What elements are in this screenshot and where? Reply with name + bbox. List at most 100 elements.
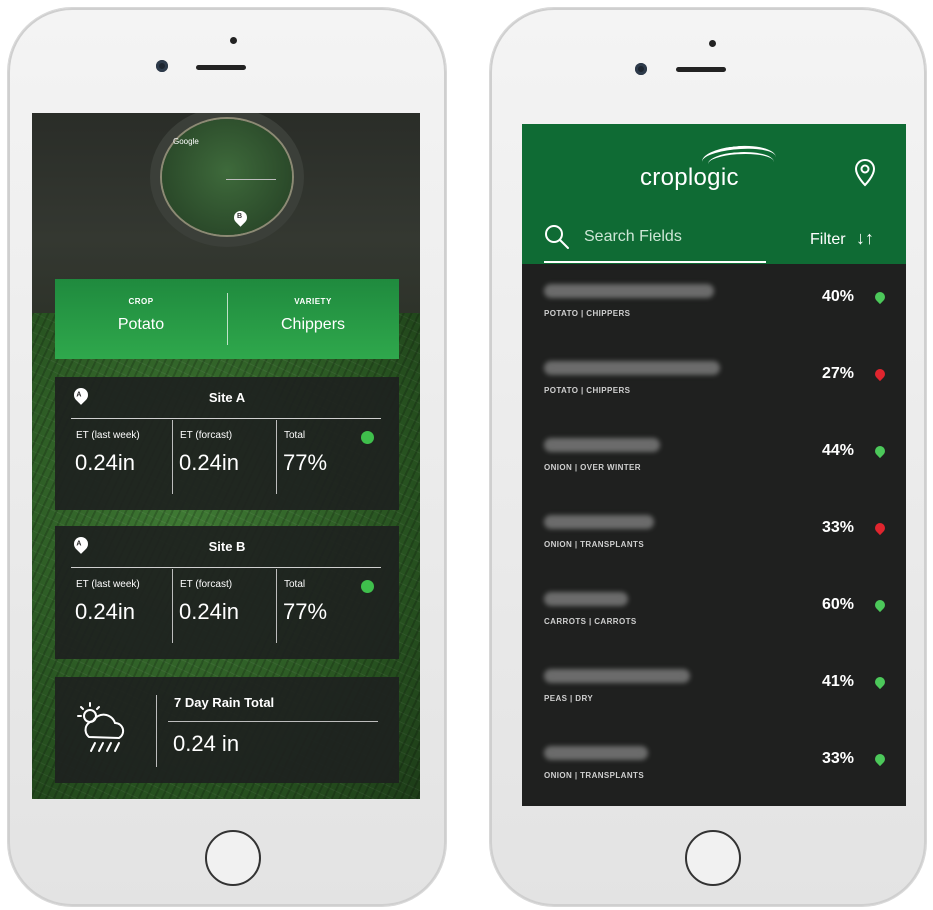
earpiece-speaker — [196, 65, 246, 70]
status-pin-icon — [872, 289, 888, 305]
map-pin-label: B — [237, 213, 243, 220]
earpiece-speaker — [676, 67, 726, 72]
status-pin-icon — [872, 366, 888, 382]
variety-value: Chippers — [280, 316, 346, 333]
field-percent: 27% — [822, 365, 855, 382]
metric-label: Total — [284, 430, 306, 441]
crop-summary-bar: CROP Potato VARIETY Chippers — [55, 279, 399, 359]
metric-label: ET (forcast) — [180, 430, 233, 441]
map-attribution: Google — [173, 137, 199, 146]
site-header: A Site B — [55, 526, 399, 566]
field-row[interactable]: ONION | TRANSPLANTS 33% — [522, 726, 906, 803]
status-indicator — [361, 580, 374, 593]
et-forecast-metric: ET (forcast) 0.24in — [175, 569, 275, 643]
metric-label: ET (forcast) — [180, 579, 233, 590]
rain-total-card: 7 Day Rain Total 0.24 in — [55, 677, 399, 783]
field-crop-variety: CARROTS | CARROTS — [544, 617, 637, 626]
divider — [156, 695, 157, 767]
cloud-rain-sun-icon — [77, 702, 125, 752]
field-row[interactable]: ONION | TRANSPLANTS 33% — [522, 495, 906, 573]
field-crop-variety: ONION | TRANSPLANTS — [544, 771, 645, 780]
metric-value: 77% — [283, 450, 328, 475]
metric-value: 0.24in — [179, 599, 239, 624]
front-sensor — [709, 40, 716, 47]
field-percent: 40% — [822, 288, 855, 305]
front-sensor — [230, 37, 237, 44]
field-satellite-image: Google B — [162, 119, 292, 235]
et-forecast-metric: ET (forcast) 0.24in — [175, 420, 275, 494]
site-name: Site A — [208, 390, 246, 405]
metric-value: 0.24in — [75, 450, 135, 475]
home-button[interactable] — [685, 830, 741, 886]
field-percent: 60% — [822, 596, 855, 613]
fields-list-screen: croplogic Search Fields Filter ↓↑ POTATO… — [522, 124, 906, 806]
site-a-card[interactable]: A Site A ET (last week) 0.24in ET (forca… — [55, 377, 399, 510]
crop-value: Potato — [117, 316, 165, 333]
field-detail-screen: Google B CROP Potato VARIETY Chippers A … — [32, 113, 420, 799]
field-name-redacted — [544, 746, 648, 760]
status-pin-icon — [872, 443, 888, 459]
field-name-redacted — [544, 592, 628, 606]
field-name-redacted — [544, 284, 714, 298]
status-pin-icon — [872, 520, 888, 536]
metric-label: ET (last week) — [76, 579, 140, 590]
field-map[interactable]: Google B — [150, 113, 304, 247]
field-percent: 41% — [822, 673, 855, 690]
croplogic-logo: croplogic — [640, 164, 739, 191]
field-row[interactable]: PEAS | DRY 41% — [522, 649, 906, 727]
crop-header: CROP — [128, 297, 154, 306]
field-percent: 33% — [822, 519, 855, 536]
site-name: Site B — [208, 539, 246, 554]
metric-value: 77% — [283, 599, 328, 624]
metric-label: Total — [284, 579, 306, 590]
app-header: croplogic Search Fields Filter ↓↑ — [522, 124, 906, 264]
field-crop-variety: POTATO | CHIPPERS — [544, 309, 631, 318]
site-b-card[interactable]: A Site B ET (last week) 0.24in ET (forca… — [55, 526, 399, 659]
field-percent: 44% — [822, 442, 855, 459]
crop-column: CROP Potato — [55, 279, 227, 359]
divider — [276, 420, 277, 494]
field-crop-variety: POTATO | CHIPPERS — [544, 386, 631, 395]
sort-arrows-icon: ↓↑ — [856, 228, 875, 248]
site-header: A Site A — [55, 377, 399, 417]
rain-value: 0.24 in — [173, 731, 240, 756]
rain-title: 7 Day Rain Total — [174, 695, 275, 710]
status-pin-icon — [872, 751, 888, 767]
divider — [71, 418, 381, 419]
field-name-redacted — [544, 515, 654, 529]
front-camera — [156, 60, 168, 72]
divider — [71, 567, 381, 568]
variety-column: VARIETY Chippers — [227, 279, 399, 359]
field-row[interactable]: POTATO | CHIPPERS 27% — [522, 341, 906, 419]
status-pin-icon — [872, 674, 888, 690]
field-row[interactable]: ONION | OVER WINTER 44% — [522, 418, 906, 496]
front-camera — [635, 63, 647, 75]
home-button[interactable] — [205, 830, 261, 886]
field-row[interactable]: POTATO | CHIPPERS 40% — [522, 264, 906, 342]
filter-button[interactable]: Filter ↓↑ — [810, 228, 874, 249]
location-icon[interactable] — [854, 158, 876, 188]
metric-value: 0.24in — [75, 599, 135, 624]
status-pin-icon — [872, 597, 888, 613]
metric-label: ET (last week) — [76, 430, 140, 441]
field-row[interactable]: CARROTS | CARROTS 60% — [522, 572, 906, 650]
variety-header: VARIETY — [294, 297, 332, 306]
divider — [172, 569, 173, 643]
et-last-week-metric: ET (last week) 0.24in — [71, 569, 171, 643]
field-name-redacted — [544, 438, 660, 452]
field-crop-variety: ONION | OVER WINTER — [544, 463, 641, 472]
divider — [168, 721, 378, 722]
field-crop-variety: PEAS | DRY — [544, 694, 594, 703]
search-input[interactable]: Search Fields — [584, 228, 682, 246]
field-name-redacted — [544, 669, 690, 683]
filter-label: Filter — [810, 231, 846, 248]
field-crop-variety: ONION | TRANSPLANTS — [544, 540, 645, 549]
field-name-redacted — [544, 361, 720, 375]
search-icon[interactable] — [544, 224, 570, 250]
search-underline — [544, 261, 766, 263]
et-last-week-metric: ET (last week) 0.24in — [71, 420, 171, 494]
status-indicator — [361, 431, 374, 444]
pivot-line — [226, 179, 276, 180]
metric-value: 0.24in — [179, 450, 239, 475]
divider — [172, 420, 173, 494]
